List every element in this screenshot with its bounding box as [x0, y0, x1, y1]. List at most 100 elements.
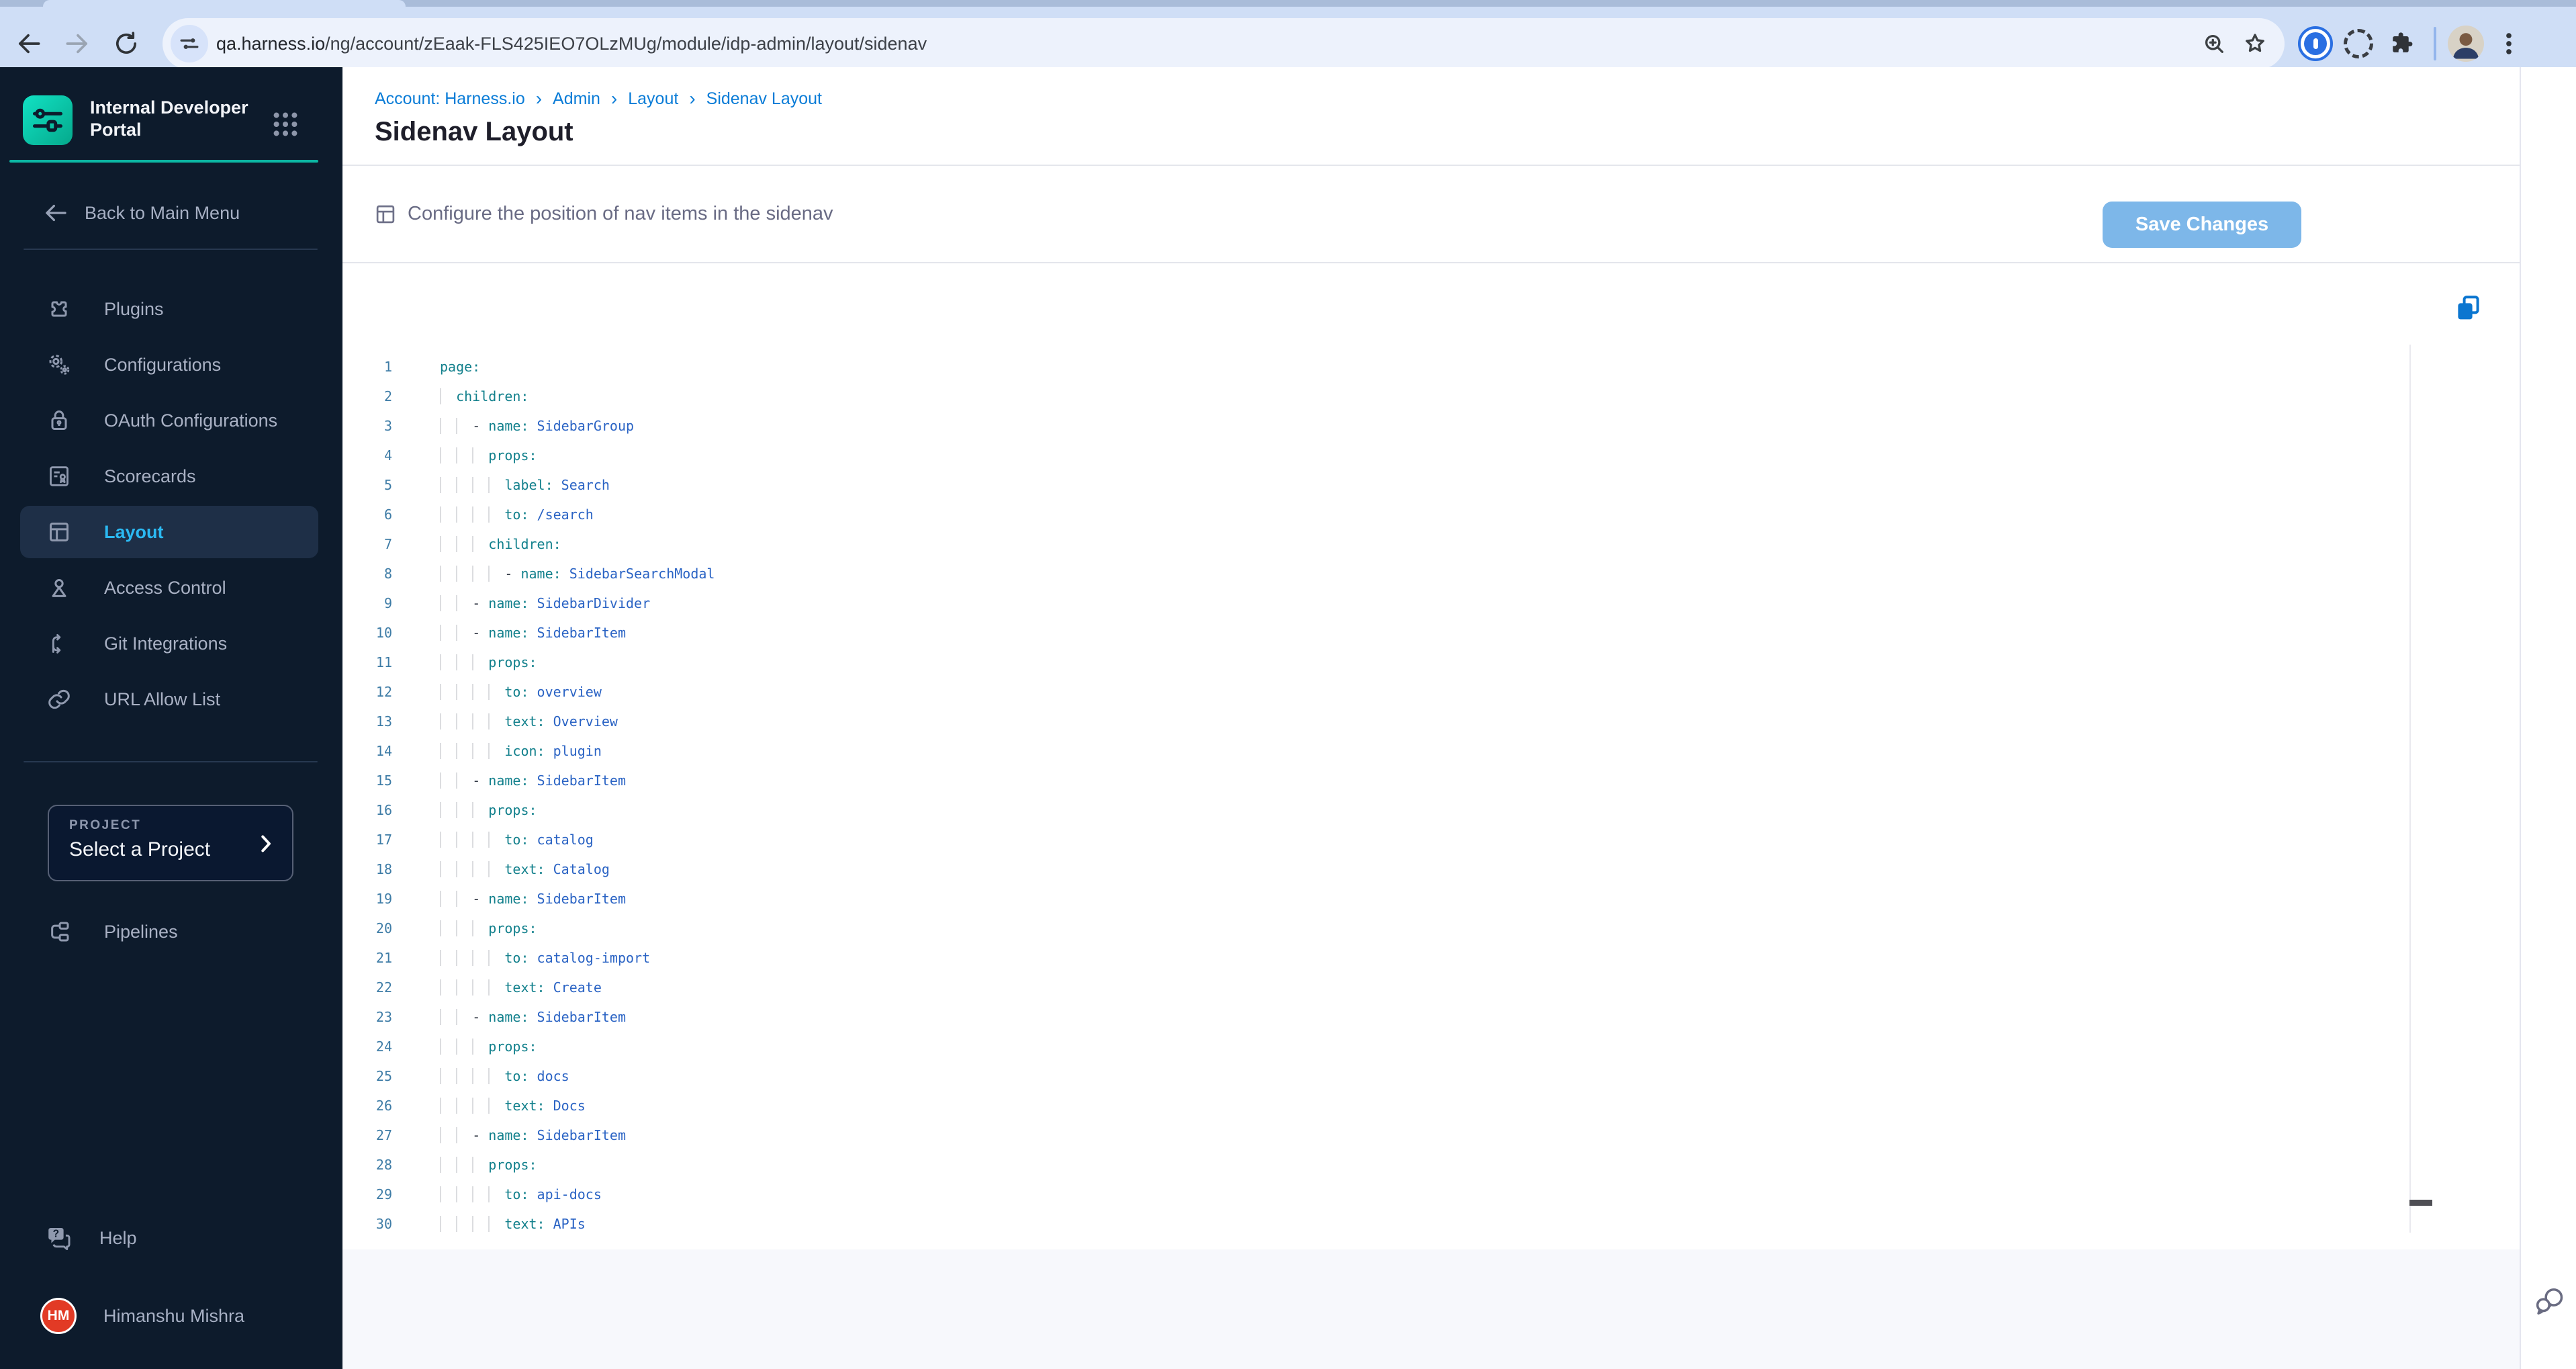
sidebar-item-pipelines[interactable]: Pipelines [20, 906, 318, 958]
browser-active-tab[interactable] [43, 0, 406, 7]
extensions-puzzle-icon[interactable] [2386, 29, 2416, 58]
sidebar-item-plugins[interactable]: Plugins [20, 283, 318, 335]
code-line[interactable]: 4 props: [342, 441, 715, 470]
browser-reload-icon[interactable] [111, 29, 141, 58]
breadcrumb-item[interactable]: Layout [628, 89, 678, 109]
breadcrumb-item[interactable]: Account: Harness.io [375, 89, 525, 109]
back-to-main-menu[interactable]: Back to Main Menu [0, 193, 342, 232]
line-number: 7 [383, 536, 392, 552]
sidebar-item-access-control[interactable]: Access Control [20, 562, 318, 614]
breadcrumb-item[interactable]: Sidenav Layout [706, 89, 822, 109]
code-line[interactable]: 9 - name: SidebarDivider [342, 588, 715, 618]
url-text[interactable]: qa.harness.io/ng/account/zEaak-FLS425IEO… [216, 18, 927, 69]
code-line[interactable]: 26 text: Docs [342, 1091, 715, 1120]
scorecard-icon [46, 463, 73, 490]
line-number: 20 [375, 920, 392, 936]
code-line[interactable]: 2 children: [342, 382, 715, 411]
code-line[interactable]: 5 label: Search [342, 470, 715, 500]
code-line[interactable]: 30 text: APIs [342, 1209, 715, 1239]
toolbar-separator [2434, 27, 2436, 60]
code-line[interactable]: 15 - name: SidebarItem [342, 766, 715, 795]
code-line[interactable]: 11 props: [342, 648, 715, 677]
breadcrumb-separator: › [535, 88, 543, 109]
right-strip [2520, 67, 2576, 1369]
yaml-editor[interactable]: 1 page: 2 children: 3 - name: SidebarGroup 4… [342, 263, 2520, 1249]
browser-profile-avatar[interactable] [2448, 26, 2484, 62]
app-title: Internal Developer Portal [90, 97, 248, 140]
arrow-left-icon [42, 199, 70, 227]
password-manager-extension-icon[interactable] [2298, 26, 2333, 61]
url-path: /ng/account/zEaak-FLS425IEO7OLzMUg/modul… [325, 34, 927, 54]
code-line[interactable]: 27 - name: SidebarItem [342, 1120, 715, 1150]
code-line[interactable]: 1 page: [342, 352, 715, 382]
main-content: Account: Harness.io › Admin › Layout › Sidenav… [342, 67, 2520, 1369]
code-line[interactable]: 19 - name: SidebarItem [342, 884, 715, 914]
sidebar-item-oauth-configurations[interactable]: OAuth Configurations [20, 394, 318, 447]
browser-tabstrip [0, 0, 2576, 7]
module-switcher-grid-icon[interactable] [270, 109, 301, 140]
code-line[interactable]: 25 to: docs [342, 1061, 715, 1091]
sidebar: Internal Developer Portal Back to Main M… [0, 67, 342, 1369]
code-text: - name: SidebarItem [440, 1002, 626, 1032]
code-line[interactable]: 17 to: catalog [342, 825, 715, 854]
layout-icon [46, 519, 73, 545]
line-number: 5 [383, 477, 392, 493]
code-line[interactable]: 21 to: catalog-import [342, 943, 715, 973]
line-number: 8 [383, 566, 392, 582]
breadcrumb-item[interactable]: Admin [553, 89, 600, 109]
code-text: to: catalog [440, 825, 593, 854]
editor-scrollbar-thumb[interactable] [2409, 1200, 2432, 1206]
line-number: 17 [375, 832, 392, 848]
line-number: 14 [375, 743, 392, 759]
page-title: Sidenav Layout [375, 117, 573, 146]
browser-menu-kebab-icon[interactable] [2494, 29, 2524, 58]
sidebar-item-label: Scorecards [104, 466, 196, 486]
configurations-icon [46, 351, 73, 378]
code-line[interactable]: 6 to: /search [342, 500, 715, 529]
copy-icon[interactable] [2452, 292, 2485, 324]
code-line[interactable]: 13 text: Overview [342, 707, 715, 736]
code-line[interactable]: 16 props: [342, 795, 715, 825]
code-line[interactable]: 14 icon: plugin [342, 736, 715, 766]
code-line[interactable]: 29 to: api-docs [342, 1180, 715, 1209]
code-line[interactable]: 22 text: Create [342, 973, 715, 1002]
code-line[interactable]: 28 props: [342, 1150, 715, 1180]
loading-extension-icon[interactable] [2344, 29, 2373, 58]
zoom-page-icon[interactable] [2200, 30, 2228, 58]
browser-forward-icon[interactable] [62, 29, 92, 58]
sidebar-item-configurations[interactable]: Configurations [20, 339, 318, 391]
sidebar-item-layout[interactable]: Layout [20, 506, 318, 558]
code-line[interactable]: 8 - name: SidebarSearchModal [342, 559, 715, 588]
code-line[interactable]: 23 - name: SidebarItem [342, 1002, 715, 1032]
sidebar-item-scorecards[interactable]: Scorecards [20, 450, 318, 502]
code-line[interactable]: 3 - name: SidebarGroup [342, 411, 715, 441]
code-text: to: docs [440, 1061, 569, 1091]
browser-back-icon[interactable] [14, 29, 44, 58]
project-selector[interactable]: PROJECT Select a Project [48, 805, 293, 881]
code-text: - name: SidebarDivider [440, 588, 650, 618]
code-lines[interactable]: 1 page: 2 children: 3 - name: SidebarGroup 4… [342, 352, 715, 1239]
code-line[interactable]: 10 - name: SidebarItem [342, 618, 715, 648]
help-button[interactable]: ? Help [0, 1212, 342, 1264]
code-text: - name: SidebarItem [440, 618, 626, 648]
line-number: 3 [383, 418, 392, 434]
bookmark-star-icon[interactable] [2241, 30, 2269, 58]
code-text: - name: SidebarGroup [440, 411, 634, 441]
code-line[interactable]: 24 props: [342, 1032, 715, 1061]
line-number: 2 [383, 388, 392, 404]
site-settings-icon[interactable] [171, 25, 208, 62]
user-menu[interactable]: HM Himanshu Mishra [0, 1290, 342, 1342]
idp-logo-icon[interactable] [23, 95, 73, 145]
back-label: Back to Main Menu [85, 202, 240, 223]
save-changes-button[interactable]: Save Changes [2103, 202, 2301, 248]
address-bar[interactable]: qa.harness.io/ng/account/zEaak-FLS425IEO… [163, 18, 2285, 69]
code-line[interactable]: 18 text: Catalog [342, 854, 715, 884]
sidebar-item-url-allow-list[interactable]: URL Allow List [20, 673, 318, 725]
code-line[interactable]: 7 children: [342, 529, 715, 559]
code-line[interactable]: 20 props: [342, 914, 715, 943]
support-chat-icon[interactable] [2533, 1284, 2567, 1318]
code-text: text: Catalog [440, 854, 610, 884]
line-number: 21 [375, 950, 392, 966]
sidebar-item-git-integrations[interactable]: Git Integrations [20, 617, 318, 670]
code-line[interactable]: 12 to: overview [342, 677, 715, 707]
